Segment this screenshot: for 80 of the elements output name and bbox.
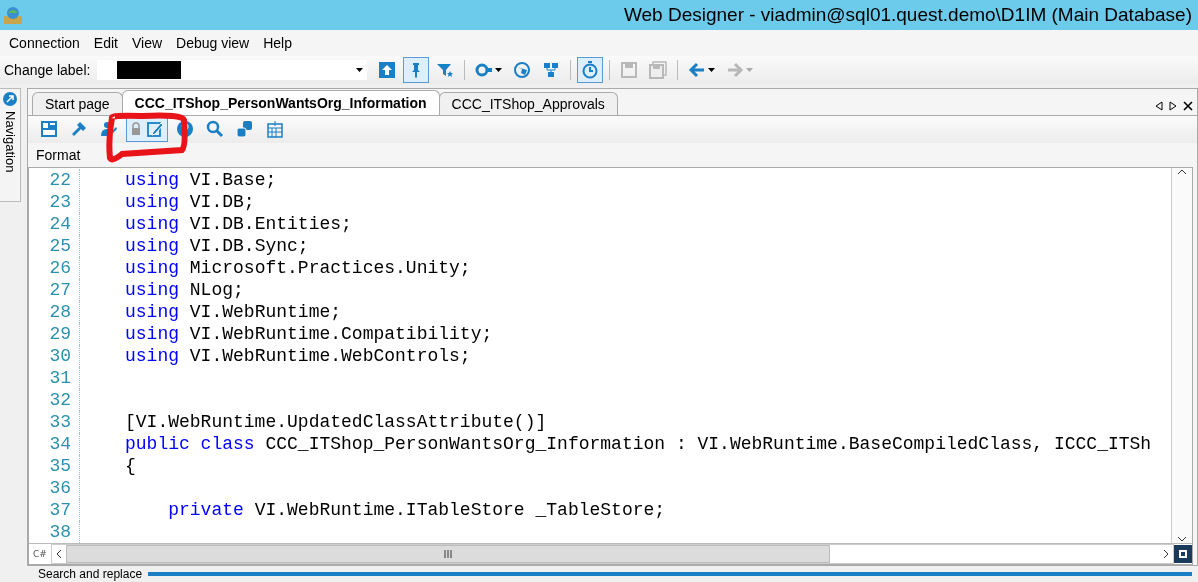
save-all-icon (649, 61, 668, 79)
language-label: C# (32, 549, 48, 559)
menu-item[interactable]: Connection (4, 35, 85, 51)
forward-icon (726, 61, 745, 79)
caret-icon[interactable] (708, 68, 716, 72)
line-number: 37 (29, 499, 80, 521)
document-tab[interactable]: Start page (32, 91, 123, 115)
line-number: 27 (29, 279, 80, 301)
clock-button[interactable] (577, 57, 604, 83)
line-number: 22 (29, 169, 80, 191)
line-number: 33 (29, 411, 80, 433)
code-line: [VI.WebRuntime.UpdatedClassAttribute()] (124, 411, 547, 433)
code-line: using VI.DB.Sync; (124, 235, 309, 257)
scrollbar-thumb[interactable] (66, 545, 831, 563)
document-tab[interactable]: CCC_ITShop_PersonWantsOrg_Information (121, 89, 440, 115)
edit-icon (146, 120, 164, 139)
code-line: using VI.Base; (124, 169, 277, 191)
app-logo-icon (2, 4, 24, 26)
save-icon (620, 61, 639, 79)
line-number: 32 (29, 389, 80, 411)
line-number: 30 (29, 345, 80, 367)
navigation-sidebar-tab[interactable]: Navigation (0, 88, 21, 202)
pin-button[interactable] (403, 57, 430, 83)
globe-icon (513, 61, 532, 79)
tools-icon (70, 120, 88, 139)
person-tools-icon (100, 120, 118, 139)
menu-item[interactable]: Help (258, 35, 297, 51)
format-menu[interactable]: Format (36, 147, 81, 164)
code-line: using Microsoft.Practices.Unity; (124, 257, 471, 279)
close-icon[interactable] (1183, 100, 1193, 111)
horizontal-scrollbar[interactable] (51, 544, 1174, 564)
panel-title[interactable]: Search and replace (38, 567, 143, 581)
help-icon (176, 120, 194, 139)
line-number: 25 (29, 235, 80, 257)
menu-item[interactable]: View (126, 35, 168, 51)
window-title: Web Designer - viadmin@sql01.quest.demo\D1IM (Main Database) (623, 4, 1192, 26)
scroll-up-icon[interactable] (1177, 168, 1187, 176)
code-line: using VI.DB; (124, 191, 255, 213)
scroll-down-icon[interactable] (1177, 535, 1187, 543)
line-number: 38 (29, 521, 80, 543)
grip-icon (443, 550, 454, 558)
change-label-label: Change label: (4, 62, 91, 78)
back-icon (688, 61, 707, 79)
line-number: 29 (29, 323, 80, 345)
line-number: 31 (29, 367, 80, 389)
line-number: 34 (29, 433, 80, 455)
cubes-icon (236, 120, 254, 139)
code-line: using VI.WebRuntime; (124, 301, 342, 323)
filter-icon (436, 61, 455, 79)
code-line: public class CCC_ITShop_PersonWantsOrg_Information : VI.WebRuntime.BaseCompiledClass, ICCC_ITSh (124, 433, 1152, 455)
code-line: using VI.WebRuntime.Compatibility; (124, 323, 493, 345)
layout-icon (40, 120, 58, 139)
search-icon (206, 120, 224, 139)
line-number: 24 (29, 213, 80, 235)
network-icon (542, 61, 561, 79)
split-view-button[interactable] (1174, 545, 1192, 563)
clock-icon (581, 61, 600, 79)
up-icon (378, 61, 397, 79)
menu-item[interactable]: Debug view (171, 35, 255, 51)
caret-icon[interactable] (495, 68, 503, 72)
navigation-icon (2, 91, 18, 107)
vertical-scrollbar[interactable] (1171, 168, 1192, 543)
scroll-right-icon[interactable] (1169, 100, 1177, 111)
code-line: using VI.WebRuntime.WebControls; (124, 345, 471, 367)
line-number: 26 (29, 257, 80, 279)
redaction-mark (117, 61, 182, 79)
line-number: 23 (29, 191, 80, 213)
code-line: { (124, 455, 136, 477)
code-line: using VI.DB.Entities; (124, 213, 352, 235)
document-tab[interactable]: CCC_ITShop_Approvals (438, 91, 618, 115)
calendar-icon (266, 120, 284, 139)
lock-icon (130, 122, 142, 137)
code-line: private VI.WebRuntime.ITableStore _TableStore; (167, 499, 666, 521)
line-number: 35 (29, 455, 80, 477)
menu-item[interactable]: Edit (88, 35, 123, 51)
code-line: using NLog; (124, 279, 244, 301)
line-number: 28 (29, 301, 80, 323)
change-label-dropdown[interactable] (97, 60, 368, 80)
scroll-left-icon[interactable] (1155, 100, 1163, 111)
line-number: 36 (29, 477, 80, 499)
